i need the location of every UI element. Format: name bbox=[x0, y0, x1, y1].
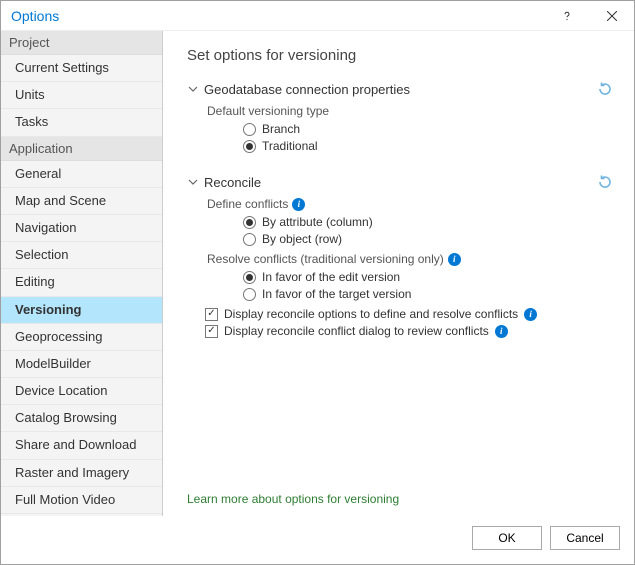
radio-by-attribute[interactable]: By attribute (column) bbox=[243, 215, 614, 229]
sidebar-item-modelbuilder[interactable]: ModelBuilder bbox=[1, 351, 162, 378]
info-icon[interactable]: i bbox=[524, 308, 537, 321]
sidebar[interactable]: ProjectCurrent SettingsUnitsTasksApplica… bbox=[1, 31, 163, 516]
cancel-button[interactable]: Cancel bbox=[550, 526, 620, 550]
info-icon[interactable]: i bbox=[448, 253, 461, 266]
radio-label: In favor of the edit version bbox=[262, 270, 400, 284]
define-conflicts-label: Define conflicts i bbox=[207, 197, 614, 211]
section-reconcile: Reconcile Define conflicts i By attribut… bbox=[187, 173, 614, 341]
radio-branch[interactable]: Branch bbox=[243, 122, 614, 136]
footer: OK Cancel bbox=[1, 516, 634, 564]
chevron-down-icon bbox=[187, 176, 199, 188]
learn-more-link[interactable]: Learn more about options for versioning bbox=[187, 482, 614, 506]
ok-button[interactable]: OK bbox=[472, 526, 542, 550]
titlebar-controls bbox=[544, 1, 634, 31]
content-pane: Set options for versioning Geodatabase c… bbox=[163, 31, 634, 516]
sidebar-item-current-settings[interactable]: Current Settings bbox=[1, 55, 162, 82]
sidebar-item-share-and-download[interactable]: Share and Download bbox=[1, 432, 162, 459]
main-area: ProjectCurrent SettingsUnitsTasksApplica… bbox=[1, 31, 634, 516]
radio-icon bbox=[243, 140, 256, 153]
checkbox-icon bbox=[205, 308, 218, 321]
titlebar: Options bbox=[1, 1, 634, 31]
check-label: Display reconcile conflict dialog to rev… bbox=[224, 324, 489, 338]
radio-by-object[interactable]: By object (row) bbox=[243, 232, 614, 246]
section-header-geodatabase[interactable]: Geodatabase connection properties bbox=[187, 80, 614, 98]
sidebar-item-navigation[interactable]: Navigation bbox=[1, 215, 162, 242]
radio-icon bbox=[243, 216, 256, 229]
chevron-down-icon bbox=[187, 83, 199, 95]
sidebar-item-selection[interactable]: Selection bbox=[1, 242, 162, 269]
sidebar-item-general[interactable]: General bbox=[1, 161, 162, 188]
section-geodatabase: Geodatabase connection properties Defaul… bbox=[187, 80, 614, 159]
page-title: Set options for versioning bbox=[187, 47, 614, 64]
sidebar-item-device-location[interactable]: Device Location bbox=[1, 378, 162, 405]
radio-label: Branch bbox=[262, 122, 300, 136]
sidebar-item-geoprocessing[interactable]: Geoprocessing bbox=[1, 324, 162, 351]
radio-label: By object (row) bbox=[262, 232, 342, 246]
window-title: Options bbox=[11, 8, 59, 24]
radio-favor-edit[interactable]: In favor of the edit version bbox=[243, 270, 614, 284]
radio-favor-target[interactable]: In favor of the target version bbox=[243, 287, 614, 301]
radio-label: In favor of the target version bbox=[262, 287, 411, 301]
check-display-dialog[interactable]: Display reconcile conflict dialog to rev… bbox=[205, 324, 614, 338]
sidebar-item-full-motion-video[interactable]: Full Motion Video bbox=[1, 487, 162, 514]
check-label: Display reconcile options to define and … bbox=[224, 307, 518, 321]
sidebar-group-header[interactable]: Application bbox=[1, 137, 162, 161]
close-button[interactable] bbox=[589, 1, 634, 31]
section-title-reconcile: Reconcile bbox=[204, 175, 261, 190]
check-display-options[interactable]: Display reconcile options to define and … bbox=[205, 307, 614, 321]
field-resolve-conflicts: Resolve conflicts (traditional versionin… bbox=[207, 252, 614, 301]
radio-icon bbox=[243, 123, 256, 136]
sidebar-item-raster-and-imagery[interactable]: Raster and Imagery bbox=[1, 460, 162, 487]
resolve-conflicts-label: Resolve conflicts (traditional versionin… bbox=[207, 252, 614, 266]
info-icon[interactable]: i bbox=[495, 325, 508, 338]
reset-icon[interactable] bbox=[596, 173, 614, 191]
radio-label: By attribute (column) bbox=[262, 215, 373, 229]
field-default-versioning: Default versioning type Branch Tradition… bbox=[207, 104, 614, 153]
info-icon[interactable]: i bbox=[292, 198, 305, 211]
sidebar-item-catalog-browsing[interactable]: Catalog Browsing bbox=[1, 405, 162, 432]
sidebar-group-header[interactable]: Project bbox=[1, 31, 162, 55]
section-header-reconcile[interactable]: Reconcile bbox=[187, 173, 614, 191]
section-title-geodatabase: Geodatabase connection properties bbox=[204, 82, 410, 97]
radio-icon bbox=[243, 271, 256, 284]
radio-icon bbox=[243, 288, 256, 301]
checkbox-icon bbox=[205, 325, 218, 338]
sidebar-item-versioning[interactable]: Versioning bbox=[1, 297, 162, 324]
default-versioning-label: Default versioning type bbox=[207, 104, 614, 118]
field-define-conflicts: Define conflicts i By attribute (column)… bbox=[207, 197, 614, 246]
sidebar-item-editing[interactable]: Editing bbox=[1, 269, 162, 296]
radio-traditional[interactable]: Traditional bbox=[243, 139, 614, 153]
reset-icon[interactable] bbox=[596, 80, 614, 98]
radio-label: Traditional bbox=[262, 139, 318, 153]
help-button[interactable] bbox=[544, 1, 589, 31]
sidebar-item-map-and-scene[interactable]: Map and Scene bbox=[1, 188, 162, 215]
sidebar-item-tasks[interactable]: Tasks bbox=[1, 109, 162, 136]
sidebar-item-units[interactable]: Units bbox=[1, 82, 162, 109]
radio-icon bbox=[243, 233, 256, 246]
